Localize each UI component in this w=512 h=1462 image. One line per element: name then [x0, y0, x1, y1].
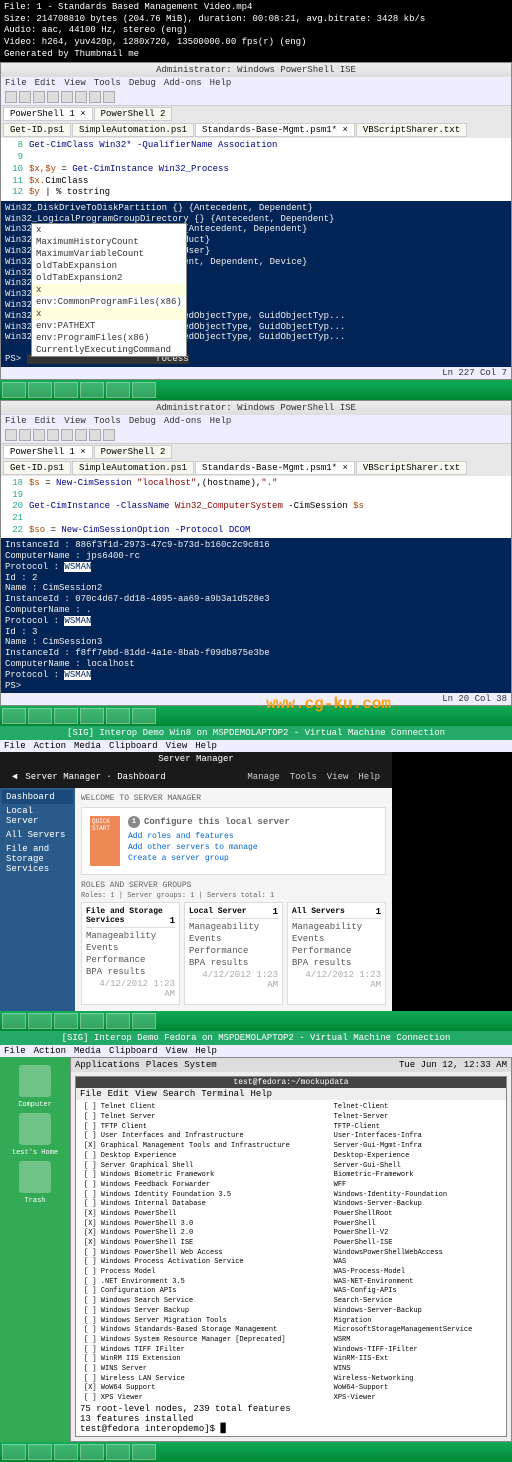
file-tabs[interactable]: Get-ID.ps1 SimpleAutomation.ps1 Standard…	[1, 460, 511, 476]
vm-title: [SIG] Interop Demo Fedora on MSPDEMOLAPT…	[0, 1031, 512, 1045]
menu-bar[interactable]: File Edit View Tools Debug Add-ons Help	[1, 77, 511, 89]
add-roles-link[interactable]: Add roles and features	[128, 832, 377, 841]
menu-debug[interactable]: Debug	[129, 78, 156, 88]
terminal-body[interactable]: [ ] Telnet ClientTelnet-Client[ ] Telnet…	[76, 1100, 506, 1436]
sm-header: ◄Server Manager · Dashboard ManageToolsV…	[0, 766, 392, 788]
cursor: ▊	[220, 1424, 227, 1434]
taskbar[interactable]	[0, 1442, 512, 1462]
task-icon[interactable]	[80, 382, 104, 398]
paste-icon[interactable]	[75, 91, 87, 103]
watermark: www.cg-ku.com	[266, 695, 391, 713]
menu-edit[interactable]: Edit	[35, 78, 57, 88]
menu-bar[interactable]: FileEditViewToolsDebugAdd-onsHelp	[1, 415, 511, 427]
intellisense-popup[interactable]: xMaximumHistoryCountMaximumVariableCount…	[31, 223, 187, 357]
sm-sidebar[interactable]: Dashboard Local Server All Servers File …	[0, 788, 75, 1011]
new-icon[interactable]	[5, 91, 17, 103]
quick-start-label: QUICK START	[90, 816, 120, 866]
toolbar[interactable]	[1, 89, 511, 106]
terminal-menu[interactable]: FileEditViewSearchTerminalHelp	[76, 1088, 506, 1100]
desktop[interactable]: Computer test's Home Trash	[0, 1057, 70, 1442]
file-tabs[interactable]: Get-ID.ps1 SimpleAutomation.ps1 Standard…	[1, 122, 511, 138]
sidebar-local[interactable]: Local Server	[2, 804, 73, 828]
cut-icon[interactable]	[47, 91, 59, 103]
window-title: Administrator: Windows PowerShell ISE	[1, 63, 511, 77]
sm-main: WELCOME TO SERVER MANAGER QUICK START 1C…	[75, 788, 392, 1011]
save-icon[interactable]	[33, 91, 45, 103]
arrow-icon[interactable]: ◄	[12, 772, 17, 782]
copy-icon[interactable]	[61, 91, 73, 103]
runspace-tabs[interactable]: PowerShell 1 × PowerShell 2	[1, 444, 511, 460]
terminal-title: test@fedora:~/mockupdata	[76, 1077, 506, 1088]
create-group-link[interactable]: Create a server group	[128, 854, 377, 863]
status-bar: Ln 20 Col 38	[1, 693, 511, 705]
terminal-window[interactable]: test@fedora:~/mockupdata FileEditViewSea…	[75, 1076, 507, 1437]
file-tab[interactable]: VBScriptSharer.txt	[356, 123, 467, 137]
vm-menu[interactable]: FileActionMediaClipboardViewHelp	[0, 1045, 512, 1057]
menu-help[interactable]: Help	[210, 78, 232, 88]
run-icon[interactable]	[89, 91, 101, 103]
gnome-panel[interactable]: ApplicationsPlacesSystem Tue Jun 12, 12:…	[71, 1058, 511, 1072]
menu-view[interactable]: View	[64, 78, 86, 88]
computer-icon[interactable]	[19, 1065, 51, 1097]
vm-title: [SIG] Interop Demo Win8 on MSPDEMOLAPTOP…	[0, 726, 512, 740]
vm-window-fedora: [SIG] Interop Demo Fedora on MSPDEMOLAPT…	[0, 1031, 512, 1442]
file-tab[interactable]: Get-ID.ps1	[3, 123, 71, 137]
video-metadata: File: 1 - Standards Based Management Vid…	[0, 0, 512, 62]
menu-addons[interactable]: Add-ons	[164, 78, 202, 88]
taskbar[interactable]	[0, 706, 512, 726]
vm-menu[interactable]: FileActionMediaClipboardViewHelp	[0, 740, 512, 752]
sidebar-all[interactable]: All Servers	[2, 828, 73, 842]
powershell-ise-window-1: Administrator: Windows PowerShell ISE Fi…	[0, 62, 512, 379]
menu-tools[interactable]: Tools	[94, 78, 121, 88]
status-bar: Ln 227 Col 7	[1, 367, 511, 379]
task-icon[interactable]	[106, 382, 130, 398]
window-title: Administrator: Windows PowerShell ISE	[1, 401, 511, 415]
task-icon[interactable]	[132, 382, 156, 398]
task-icon[interactable]	[54, 382, 78, 398]
file-tab[interactable]: SimpleAutomation.ps1	[72, 123, 194, 137]
menu-file[interactable]: File	[5, 78, 27, 88]
home-icon[interactable]	[19, 1113, 51, 1145]
runspace-tabs[interactable]: PowerShell 1 × PowerShell 2	[1, 106, 511, 122]
task-icon[interactable]	[28, 382, 52, 398]
trash-icon[interactable]	[19, 1161, 51, 1193]
script-pane[interactable]: 18$s = New-CimSession "localhost",(hostn…	[1, 476, 511, 538]
sm-title: Server Manager	[0, 752, 392, 766]
task-icon[interactable]	[2, 382, 26, 398]
taskbar[interactable]	[0, 1011, 512, 1031]
sidebar-dashboard[interactable]: Dashboard	[2, 790, 73, 804]
script-pane[interactable]: 8Get-CimClass Win32* -QualifierName Asso…	[1, 138, 511, 200]
console-pane[interactable]: InstanceId : 886f3f1d-2973-47c9-b73d-b16…	[1, 538, 511, 693]
open-icon[interactable]	[19, 91, 31, 103]
file-tab[interactable]: Standards-Base-Mgmt.psm1* ×	[195, 123, 355, 137]
powershell-ise-window-2: Administrator: Windows PowerShell ISE Fi…	[0, 400, 512, 707]
vm-blackbar	[392, 752, 512, 1011]
runspace-tab[interactable]: PowerShell 1 ×	[3, 107, 93, 121]
sidebar-storage[interactable]: File and Storage Services	[2, 842, 73, 876]
taskbar[interactable]	[0, 380, 512, 400]
vm-window-win8: [SIG] Interop Demo Win8 on MSPDEMOLAPTOP…	[0, 726, 512, 1011]
toolbar[interactable]	[1, 427, 511, 444]
add-servers-link[interactable]: Add other servers to manage	[128, 843, 377, 852]
configure-link[interactable]: Configure this local server	[144, 817, 290, 827]
runspace-tab[interactable]: PowerShell 2	[94, 107, 173, 121]
stop-icon[interactable]	[103, 91, 115, 103]
